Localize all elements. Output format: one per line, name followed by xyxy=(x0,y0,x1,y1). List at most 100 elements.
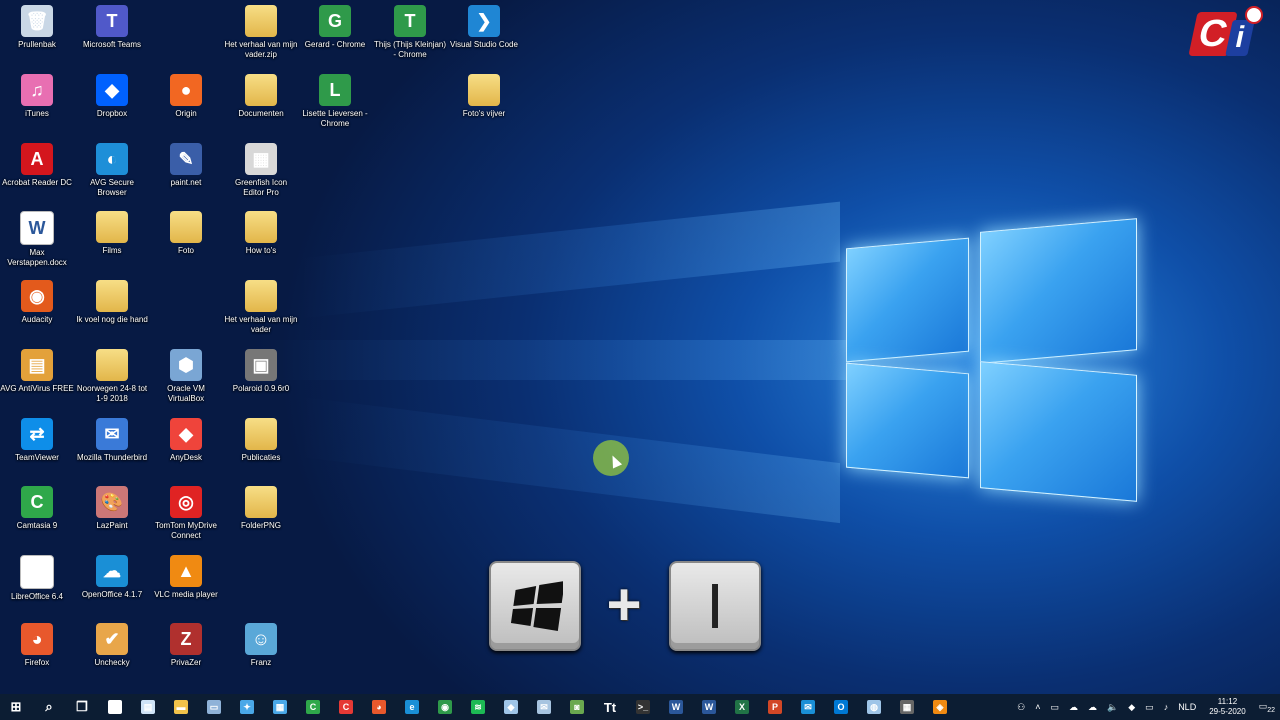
desktop-icon[interactable]: Documenten xyxy=(224,74,298,119)
desktop-icon[interactable]: ▣ Polaroid 0.9.6r0 xyxy=(224,349,298,394)
word-icon[interactable]: W xyxy=(696,694,722,720)
desktop-icon[interactable]: ● Origin xyxy=(149,74,223,119)
desktop-icon[interactable]: ◆ Dropbox xyxy=(75,74,149,119)
desktop-icon[interactable]: ✉ Mozilla Thunderbird xyxy=(75,418,149,463)
desktop-icon[interactable]: Z PrivaZer xyxy=(149,623,223,668)
desktop-icon-label: Het verhaal van mijn vader.zip xyxy=(224,40,298,59)
desktop-icon[interactable]: G Gerard - Chrome xyxy=(298,5,372,50)
desktop-icon[interactable]: ⇄ TeamViewer xyxy=(0,418,74,463)
greenfish-icon: ▦ xyxy=(245,143,277,175)
desktop-icon[interactable]: ◕ Firefox xyxy=(0,623,74,668)
file-explorer-icon[interactable]: ▬ xyxy=(168,694,194,720)
mail-icon[interactable]: ✉ xyxy=(795,694,821,720)
desktop-icon[interactable]: Het verhaal van mijn vader xyxy=(224,280,298,335)
chrome-icon: L xyxy=(319,74,351,106)
desktop-icon[interactable]: ☁ OpenOffice 4.1.7 xyxy=(75,555,149,600)
windows-key xyxy=(489,561,581,651)
language-indicator[interactable]: NLD xyxy=(1178,702,1196,712)
window-app-icon[interactable]: ▭ xyxy=(201,694,227,720)
network-app-icon[interactable]: ◍ xyxy=(861,694,887,720)
virtualbox-icon: ⬢ xyxy=(170,349,202,381)
edge-icon[interactable]: e xyxy=(399,694,425,720)
terminal-icon-glyph: >_ xyxy=(636,700,650,714)
calculator-icon[interactable]: ▦ xyxy=(894,694,920,720)
desktop-icon[interactable]: ♫ iTunes xyxy=(0,74,74,119)
camtasia-icon[interactable]: C xyxy=(300,694,326,720)
desktop-icon[interactable]: ✔ Unchecky xyxy=(75,623,149,668)
chrome-icon-glyph: ◉ xyxy=(438,700,452,714)
folder-icon xyxy=(245,418,277,450)
logo-dot xyxy=(1245,6,1263,24)
desktop-icon[interactable]: ✎ paint.net xyxy=(149,143,223,188)
notepad-icon-glyph: ▤ xyxy=(141,700,155,714)
avg-icon: ▤ xyxy=(21,349,53,381)
wifi-icon[interactable]: ▭ xyxy=(1145,702,1154,713)
desktop-icon[interactable]: A Acrobat Reader DC xyxy=(0,143,74,188)
network-tray-icon[interactable]: ▭ xyxy=(1051,702,1060,713)
thunderbird-icon[interactable]: ✉ xyxy=(531,694,557,720)
desktop-icon[interactable]: Het verhaal van mijn vader.zip xyxy=(224,5,298,60)
spotify-icon[interactable]: ≋ xyxy=(465,694,491,720)
desktop-icon[interactable]: ⬢ Oracle VM VirtualBox xyxy=(149,349,223,404)
notification-center-icon[interactable]: ▭22 xyxy=(1259,701,1275,714)
desktop-icon[interactable]: ❯ Visual Studio Code xyxy=(447,5,521,50)
firefox-icon[interactable]: ◕ xyxy=(366,694,392,720)
dropbox-icon: ◆ xyxy=(96,74,128,106)
camtasia-recorder-icon[interactable]: C xyxy=(333,694,359,720)
clock[interactable]: 11:12 29-5-2020 xyxy=(1209,697,1245,717)
desktop-icon[interactable]: T Thijs (Thijs Kleinjan) - Chrome xyxy=(373,5,447,60)
desktop-icon[interactable]: 🎨 LazPaint xyxy=(75,486,149,531)
outlook-icon[interactable]: O xyxy=(828,694,854,720)
desktop-icon[interactable]: ▤ AVG AntiVirus FREE xyxy=(0,349,74,394)
desktop-icon[interactable]: How to's xyxy=(224,211,298,256)
system-tray: ⚇ ˄ ▭ ☁ ☁ 🔈 ◆ ▭ ♪ NLD 11:12 29-5-2020 ▭2… xyxy=(1012,694,1280,720)
desktop-icon[interactable]: Publicaties xyxy=(224,418,298,463)
taskbar: ⊞ ⌕ ❐ ▣ ▤ ▬ ▭ ✦ ▦ C C ◕ e ◉ ≋ ◆ ✉ ◙ Tt >_ W W X P ✉ O ◍ ▦ ◈ ⚇ ˄ ▭ ☁ … xyxy=(0,694,1280,720)
desktop-icon[interactable]: ◆ AnyDesk xyxy=(149,418,223,463)
zip-folder-icon xyxy=(245,5,277,37)
desktop-icon[interactable]: FolderPNG xyxy=(224,486,298,531)
desktop-icon[interactable]: C Camtasia 9 xyxy=(0,486,74,531)
desktop-icon[interactable]: ◉ Audacity xyxy=(0,280,74,325)
people-icon[interactable]: ⚇ xyxy=(1017,702,1025,713)
desktop-icon[interactable]: Foto xyxy=(149,211,223,256)
powerpoint-icon[interactable]: P xyxy=(762,694,788,720)
desktop-icon[interactable]: T Microsoft Teams xyxy=(75,5,149,50)
desktop-icon[interactable]: Ik voel nog die hand xyxy=(75,280,149,325)
chrome-icon[interactable]: ◉ xyxy=(432,694,458,720)
desktop-icon[interactable]: ▲ VLC media player xyxy=(149,555,223,600)
desktop-icon[interactable]: ▦ Greenfish Icon Editor Pro xyxy=(224,143,298,198)
speaker-icon[interactable]: 🔈 xyxy=(1107,702,1118,713)
desktop-icon[interactable]: Films xyxy=(75,211,149,256)
search-icon[interactable]: ⌕ xyxy=(36,694,62,720)
desktop-icon[interactable]: LibreOffice 6.4 xyxy=(0,555,74,602)
desktop-icon[interactable]: Noorwegen 24-8 tot 1-9 2018 xyxy=(75,349,149,404)
cloud-icon[interactable]: ☁ xyxy=(1088,702,1097,713)
app-icon[interactable]: ◆ xyxy=(498,694,524,720)
excel-icon[interactable]: X xyxy=(729,694,755,720)
start-button[interactable]: ⊞ xyxy=(3,694,29,720)
chevron-up-icon[interactable]: ˄ xyxy=(1035,702,1040,712)
desktop-icon[interactable]: L Lisette Lieversen - Chrome xyxy=(298,74,372,129)
text-app-icon[interactable]: Tt xyxy=(597,694,623,720)
desktop-icon[interactable]: Foto's vijver xyxy=(447,74,521,119)
desktop-icon[interactable]: ◎ TomTom MyDrive Connect xyxy=(149,486,223,541)
desktop-icon-label: Microsoft Teams xyxy=(82,40,142,49)
desktop-icon[interactable]: ☺ Franz xyxy=(224,623,298,668)
terminal-icon[interactable]: >_ xyxy=(630,694,656,720)
onedrive-icon[interactable]: ☁ xyxy=(1069,702,1078,713)
tool-app-icon[interactable]: ✦ xyxy=(234,694,260,720)
task-view-icon[interactable]: ❐ xyxy=(69,694,95,720)
store-icon[interactable]: ▣ xyxy=(102,694,128,720)
thunderbird-icon: ✉ xyxy=(96,418,128,450)
word-icon-1[interactable]: W xyxy=(663,694,689,720)
desktop-icon[interactable]: ◐ AVG Secure Browser xyxy=(75,143,149,198)
screenshot-app-icon[interactable]: ▦ xyxy=(267,694,293,720)
greenshot-icon[interactable]: ◙ xyxy=(564,694,590,720)
dropbox-tray-icon[interactable]: ◆ xyxy=(1128,702,1135,713)
volume-icon[interactable]: ♪ xyxy=(1164,702,1169,712)
desktop-icon[interactable]: W Max Verstappen.docx xyxy=(0,211,74,268)
orange-app-icon[interactable]: ◈ xyxy=(927,694,953,720)
desktop-icon[interactable]: 🗑 Prullenbak xyxy=(0,5,74,50)
notepad-icon[interactable]: ▤ xyxy=(135,694,161,720)
